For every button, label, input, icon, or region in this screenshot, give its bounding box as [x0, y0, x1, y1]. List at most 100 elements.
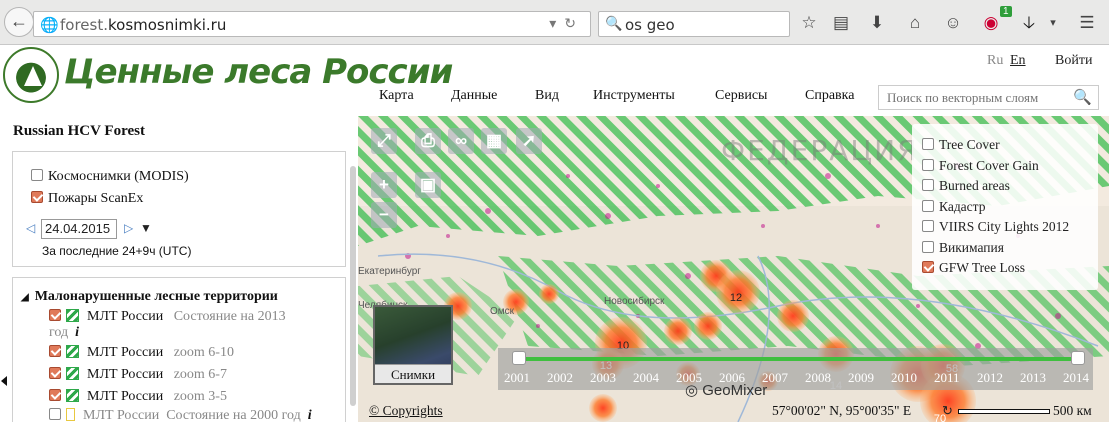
layer-row[interactable]: МЛТ России zoom 6-7 [49, 367, 227, 383]
source-modis[interactable]: Космоснимки (MODIS) [31, 169, 189, 185]
coordinates-readout[interactable]: 57°00'02" N, 95°00'35" E [772, 403, 911, 419]
layer-row[interactable]: МЛТ России zoom 3-5 [49, 389, 227, 405]
date-field[interactable]: 24.04.2015 [41, 219, 117, 239]
timeline-year[interactable]: 2003 [590, 370, 616, 386]
reading-list-icon[interactable]: ▤ [830, 12, 852, 34]
panel-scrollbar[interactable] [350, 166, 356, 406]
layer-row[interactable]: МЛТ России Состояние на 2013 [49, 309, 286, 325]
coords-toggle-icon[interactable]: ↻ [942, 403, 953, 419]
collapse-panel-icon[interactable] [1, 376, 7, 386]
fullscreen-icon[interactable]: ⤢ [371, 128, 397, 154]
layer-style-icon [66, 345, 79, 358]
timeline-year[interactable]: 2001 [504, 370, 530, 386]
login-link[interactable]: Войти [1055, 53, 1092, 69]
zoom-in-button[interactable]: + [371, 172, 397, 198]
layer-forest-gain[interactable]: Forest Cover Gain [922, 158, 1039, 174]
geomixer-logo[interactable]: ◎ GeoMixer [685, 381, 767, 399]
checkbox[interactable] [49, 408, 61, 420]
layer-tree-cover[interactable]: Tree Cover [922, 137, 1000, 153]
checkbox[interactable] [922, 220, 934, 232]
checkbox[interactable] [922, 159, 934, 171]
menu-map[interactable]: Карта [379, 88, 414, 104]
timeline-year[interactable]: 2004 [633, 370, 659, 386]
map-view[interactable]: 12 10 13 14 70 58 ФЕДЕРАЦИЯ Екатеринбург… [358, 116, 1109, 422]
date-dropdown-icon[interactable]: ▼ [140, 221, 152, 235]
lang-en-link[interactable]: En [1010, 53, 1026, 69]
basemap-switcher[interactable]: Снимки [373, 305, 453, 385]
info-icon[interactable]: i [308, 408, 312, 422]
download-icon[interactable]: ⬇ [866, 12, 888, 34]
timeline-year[interactable]: 2009 [848, 370, 874, 386]
permalink-icon[interactable]: ∞ [448, 128, 474, 154]
overlay-layers-panel: Tree Cover Forest Cover Gain Burned area… [912, 124, 1098, 290]
layer-row[interactable]: МЛТ России Состояние на 2000 год i [49, 408, 312, 422]
downloads-arrow-icon[interactable]: 🡣 [1018, 12, 1040, 34]
menu-data[interactable]: Данные [451, 88, 497, 104]
timeline-end-handle[interactable] [1071, 351, 1085, 365]
print-icon[interactable]: ⎙ [415, 128, 441, 154]
grid-icon[interactable]: ▦ [481, 128, 507, 154]
cluster-label[interactable]: 12 [730, 292, 742, 304]
layer-gfw-tree-loss[interactable]: GFW Tree Loss [922, 260, 1025, 276]
checkbox[interactable] [922, 241, 934, 253]
site-title[interactable]: Ценные леса России [64, 52, 453, 92]
home-icon[interactable]: ⌂ [904, 12, 926, 34]
collapse-icon[interactable]: ◢ [21, 292, 29, 303]
url-text: forest.kosmosnimki.ru [60, 16, 227, 34]
checkbox[interactable] [922, 138, 934, 150]
source-fires[interactable]: Пожары ScanEx [31, 191, 143, 207]
layer-cadastre[interactable]: Кадастр [922, 199, 986, 215]
layer-viirs[interactable]: VIIRS City Lights 2012 [922, 219, 1069, 235]
checkbox[interactable] [922, 179, 934, 191]
search-icon: 🔍 [605, 15, 623, 31]
timeline-year[interactable]: 2014 [1063, 370, 1089, 386]
address-bar[interactable]: 🌐 forest.kosmosnimki.ru ▾↻ [33, 11, 591, 37]
timeline-start-handle[interactable] [512, 351, 526, 365]
chat-icon[interactable]: ☺ [942, 12, 964, 34]
checkbox[interactable] [49, 389, 61, 401]
checkbox[interactable] [49, 367, 61, 379]
checkbox[interactable] [31, 169, 43, 181]
timeline-year[interactable]: 2010 [891, 370, 917, 386]
timeline-year[interactable]: 2012 [977, 370, 1003, 386]
hamburger-menu-icon[interactable]: ☰ [1076, 12, 1098, 34]
timeline-year[interactable]: 2002 [547, 370, 573, 386]
dropdown-icon[interactable]: ▾ [549, 15, 564, 31]
checkbox[interactable] [922, 261, 934, 273]
checkbox[interactable] [49, 309, 61, 321]
extension-icon[interactable]: ◉ [980, 12, 1002, 34]
timeline-year[interactable]: 2008 [805, 370, 831, 386]
zoom-out-button[interactable]: − [371, 202, 397, 228]
menu-tools[interactable]: Инструменты [593, 88, 675, 104]
info-icon[interactable]: i [75, 325, 79, 340]
menu-help[interactable]: Справка [805, 88, 854, 104]
reload-icon[interactable]: ↻ [564, 15, 584, 31]
timeline-year[interactable]: 2011 [934, 370, 960, 386]
timeline-track[interactable] [518, 357, 1078, 361]
checkbox[interactable] [31, 191, 43, 203]
browser-search-input[interactable]: 🔍 os geo [598, 11, 790, 37]
vector-search-box[interactable]: 🔍 [878, 85, 1099, 110]
search-icon[interactable]: 🔍 [1073, 88, 1092, 106]
layer-wikimapia[interactable]: Викимапия [922, 240, 1004, 256]
prev-date-icon[interactable]: ◁ [26, 221, 35, 235]
year-timeline[interactable]: 2001 2002 2003 2004 2005 2006 2007 2008 2009 2010… [498, 348, 1093, 390]
checkbox[interactable] [49, 345, 61, 357]
vector-search-input[interactable] [879, 86, 1069, 109]
timeline-year[interactable]: 2013 [1020, 370, 1046, 386]
bookmark-star-icon[interactable]: ☆ [798, 12, 820, 34]
back-button[interactable]: ← [4, 7, 34, 37]
layer-row[interactable]: МЛТ России zoom 6-10 [49, 345, 234, 361]
layer-style-icon [66, 408, 75, 421]
layer-burned-areas[interactable]: Burned areas [922, 178, 1010, 194]
group-header[interactable]: ◢ Малонарушенные лесные территории [21, 289, 278, 305]
menu-view[interactable]: Вид [535, 88, 559, 104]
checkbox[interactable] [922, 200, 934, 212]
next-date-icon[interactable]: ▷ [124, 221, 133, 235]
lang-ru-link[interactable]: Ru [987, 53, 1003, 69]
menu-services[interactable]: Сервисы [715, 88, 767, 104]
chevron-down-icon[interactable]: ▾ [1042, 12, 1064, 34]
box-zoom-icon[interactable]: ▣ [415, 172, 441, 198]
pin-icon[interactable]: ➚ [516, 128, 542, 154]
copyrights-link[interactable]: © Copyrights [369, 403, 443, 419]
